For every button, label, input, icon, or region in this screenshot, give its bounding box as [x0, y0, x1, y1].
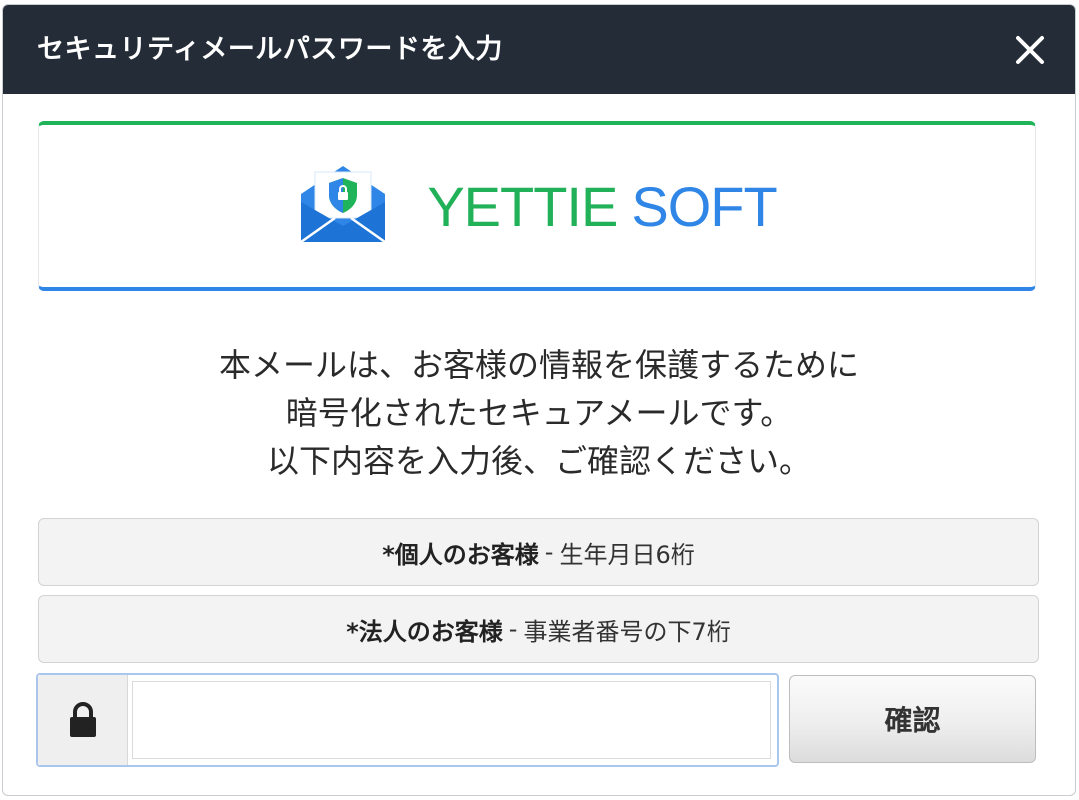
message-line: 以下内容を入力後、ご確認ください。: [266, 442, 811, 480]
password-dialog: セキュリティメールパスワードを入力 YETTIE SOFT 本メールは、お客様の…: [2, 4, 1076, 796]
message-line: 本メールは、お客様の情報を保護するために: [218, 346, 859, 384]
note-detail: 事業者番号の下7桁: [523, 617, 731, 646]
close-icon[interactable]: [1009, 29, 1051, 71]
lock-icon: [38, 675, 128, 765]
info-message: 本メールは、お客様の情報を保護するために 暗号化されたセキュアメールです。 以下…: [3, 341, 1075, 485]
password-field-group: [36, 673, 779, 767]
note-label: *個人のお客様: [382, 540, 539, 569]
confirm-button[interactable]: 確認: [789, 675, 1036, 763]
brand-name-part1: YETTIE: [427, 174, 618, 238]
title-bar: セキュリティメールパスワードを入力: [3, 5, 1075, 94]
note-separator: -: [544, 538, 554, 566]
dialog-title: セキュリティメールパスワードを入力: [37, 34, 503, 65]
shield-envelope-icon: [300, 166, 387, 244]
brand-name: YETTIE SOFT: [427, 174, 777, 239]
note-corporate: *法人のお客様 - 事業者番号の下7桁: [38, 595, 1039, 663]
note-separator: -: [508, 615, 518, 643]
note-label: *法人のお客様: [346, 617, 503, 646]
note-detail: 生年月日6桁: [559, 540, 695, 569]
brand-banner: YETTIE SOFT: [38, 121, 1036, 291]
password-input[interactable]: [132, 681, 771, 759]
note-individual: *個人のお客様 - 生年月日6桁: [38, 518, 1039, 586]
brand-name-part2: SOFT: [631, 174, 777, 238]
message-line: 暗号化されたセキュアメールです。: [285, 394, 793, 432]
